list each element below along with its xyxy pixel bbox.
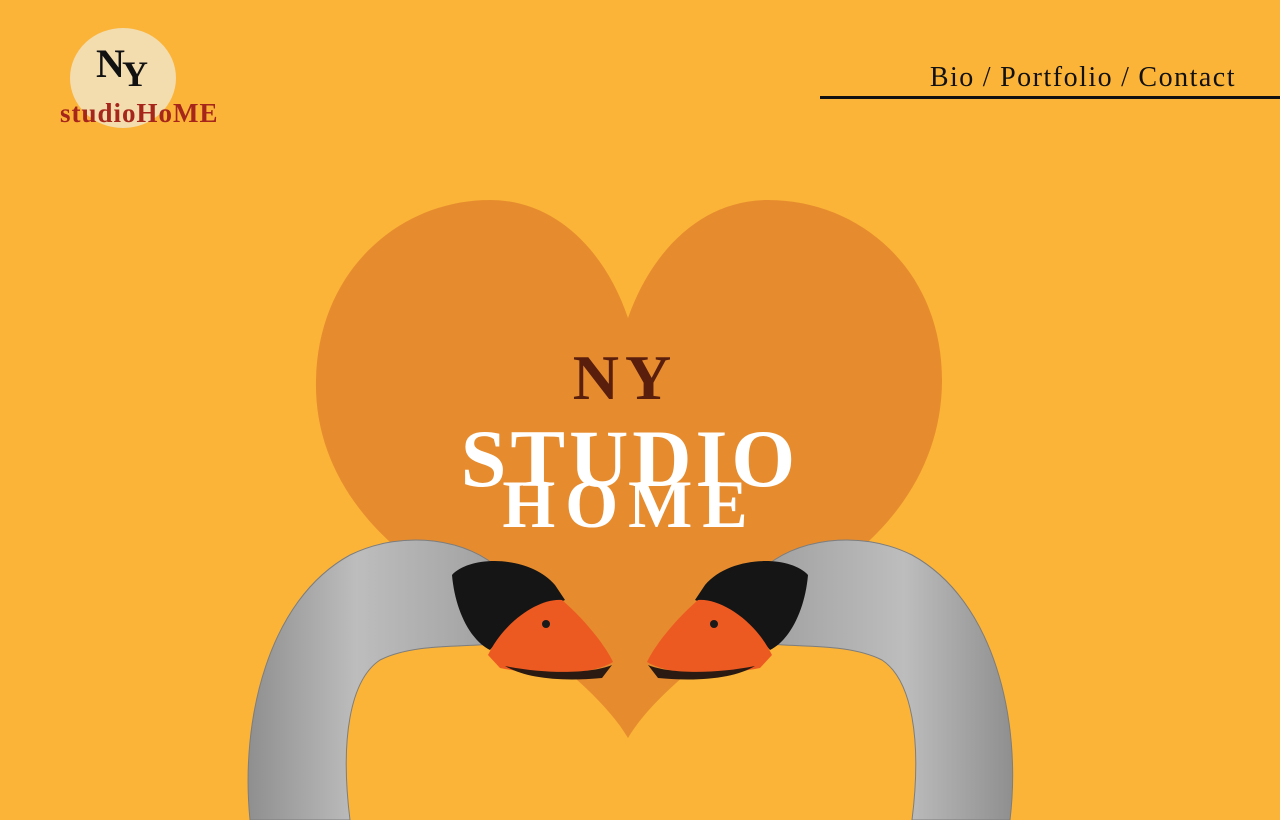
right-swan <box>647 539 1014 820</box>
left-swan <box>247 539 613 820</box>
swans-illustration <box>247 539 1014 820</box>
